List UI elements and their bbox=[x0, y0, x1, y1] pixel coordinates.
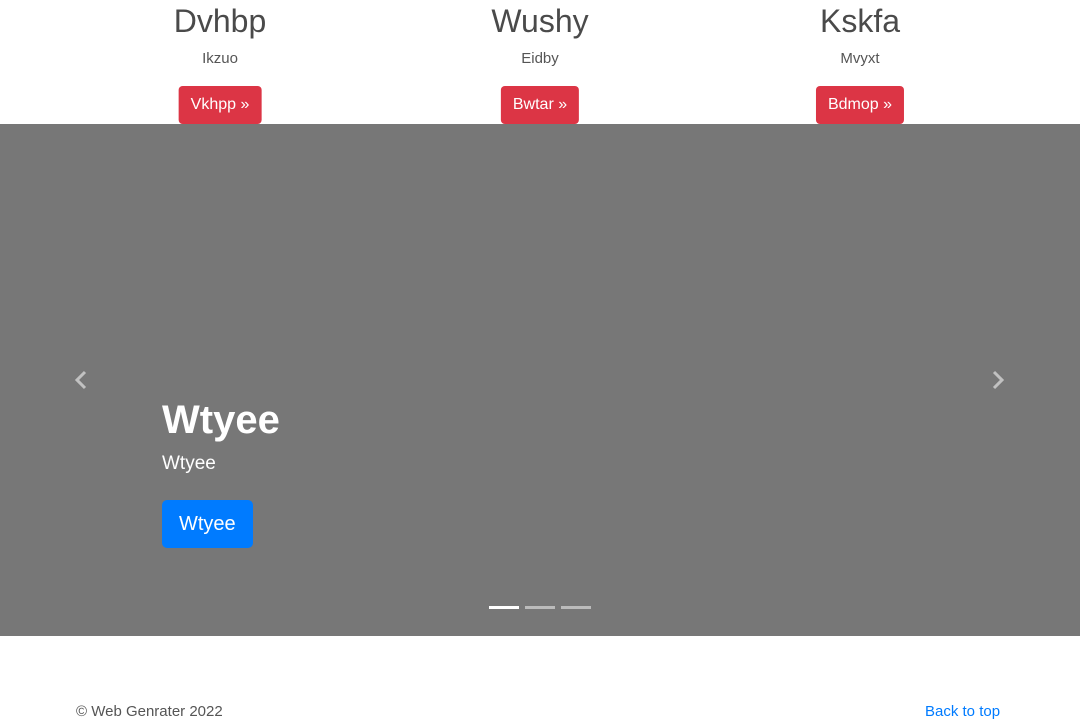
carousel-subtitle: Wtyee bbox=[162, 453, 216, 474]
feature-title: Dvhbp bbox=[173, 3, 267, 39]
carousel: Wtyee Wtyee Wtyee bbox=[0, 124, 1080, 636]
back-to-top-link[interactable]: Back to top bbox=[925, 703, 1000, 721]
feature-button-2[interactable]: Bwtar » bbox=[500, 86, 580, 124]
carousel-prev-button[interactable] bbox=[61, 360, 101, 400]
carousel-next-button[interactable] bbox=[978, 360, 1018, 400]
carousel-indicator-3[interactable] bbox=[561, 606, 591, 609]
carousel-indicator-1[interactable] bbox=[489, 606, 519, 609]
feature-title: Wushy bbox=[491, 3, 589, 39]
feature-subtitle: Eidby bbox=[521, 50, 559, 67]
features-row: Dvhbp Ikzuo Vkhpp » Wushy Eidby Bwtar » … bbox=[0, 0, 1080, 124]
carousel-caption: Wtyee Wtyee Wtyee bbox=[162, 396, 280, 548]
feature-button-1[interactable]: Vkhpp » bbox=[178, 86, 262, 124]
carousel-title: Wtyee bbox=[162, 398, 280, 442]
carousel-indicators bbox=[489, 606, 591, 609]
carousel-cta-button[interactable]: Wtyee bbox=[162, 500, 253, 548]
feature-subtitle: Mvyxt bbox=[840, 50, 880, 67]
chevron-left-icon bbox=[74, 370, 87, 390]
copyright-text: © Web Genrater 2022 bbox=[76, 703, 223, 720]
feature-subtitle: Ikzuo bbox=[202, 50, 238, 67]
feature-button-3[interactable]: Bdmop » bbox=[815, 86, 905, 124]
footer: © Web Genrater 2022 Back to top bbox=[0, 636, 1080, 724]
chevron-right-icon bbox=[992, 370, 1005, 390]
carousel-indicator-2[interactable] bbox=[525, 606, 555, 609]
feature-title: Kskfa bbox=[819, 3, 901, 39]
